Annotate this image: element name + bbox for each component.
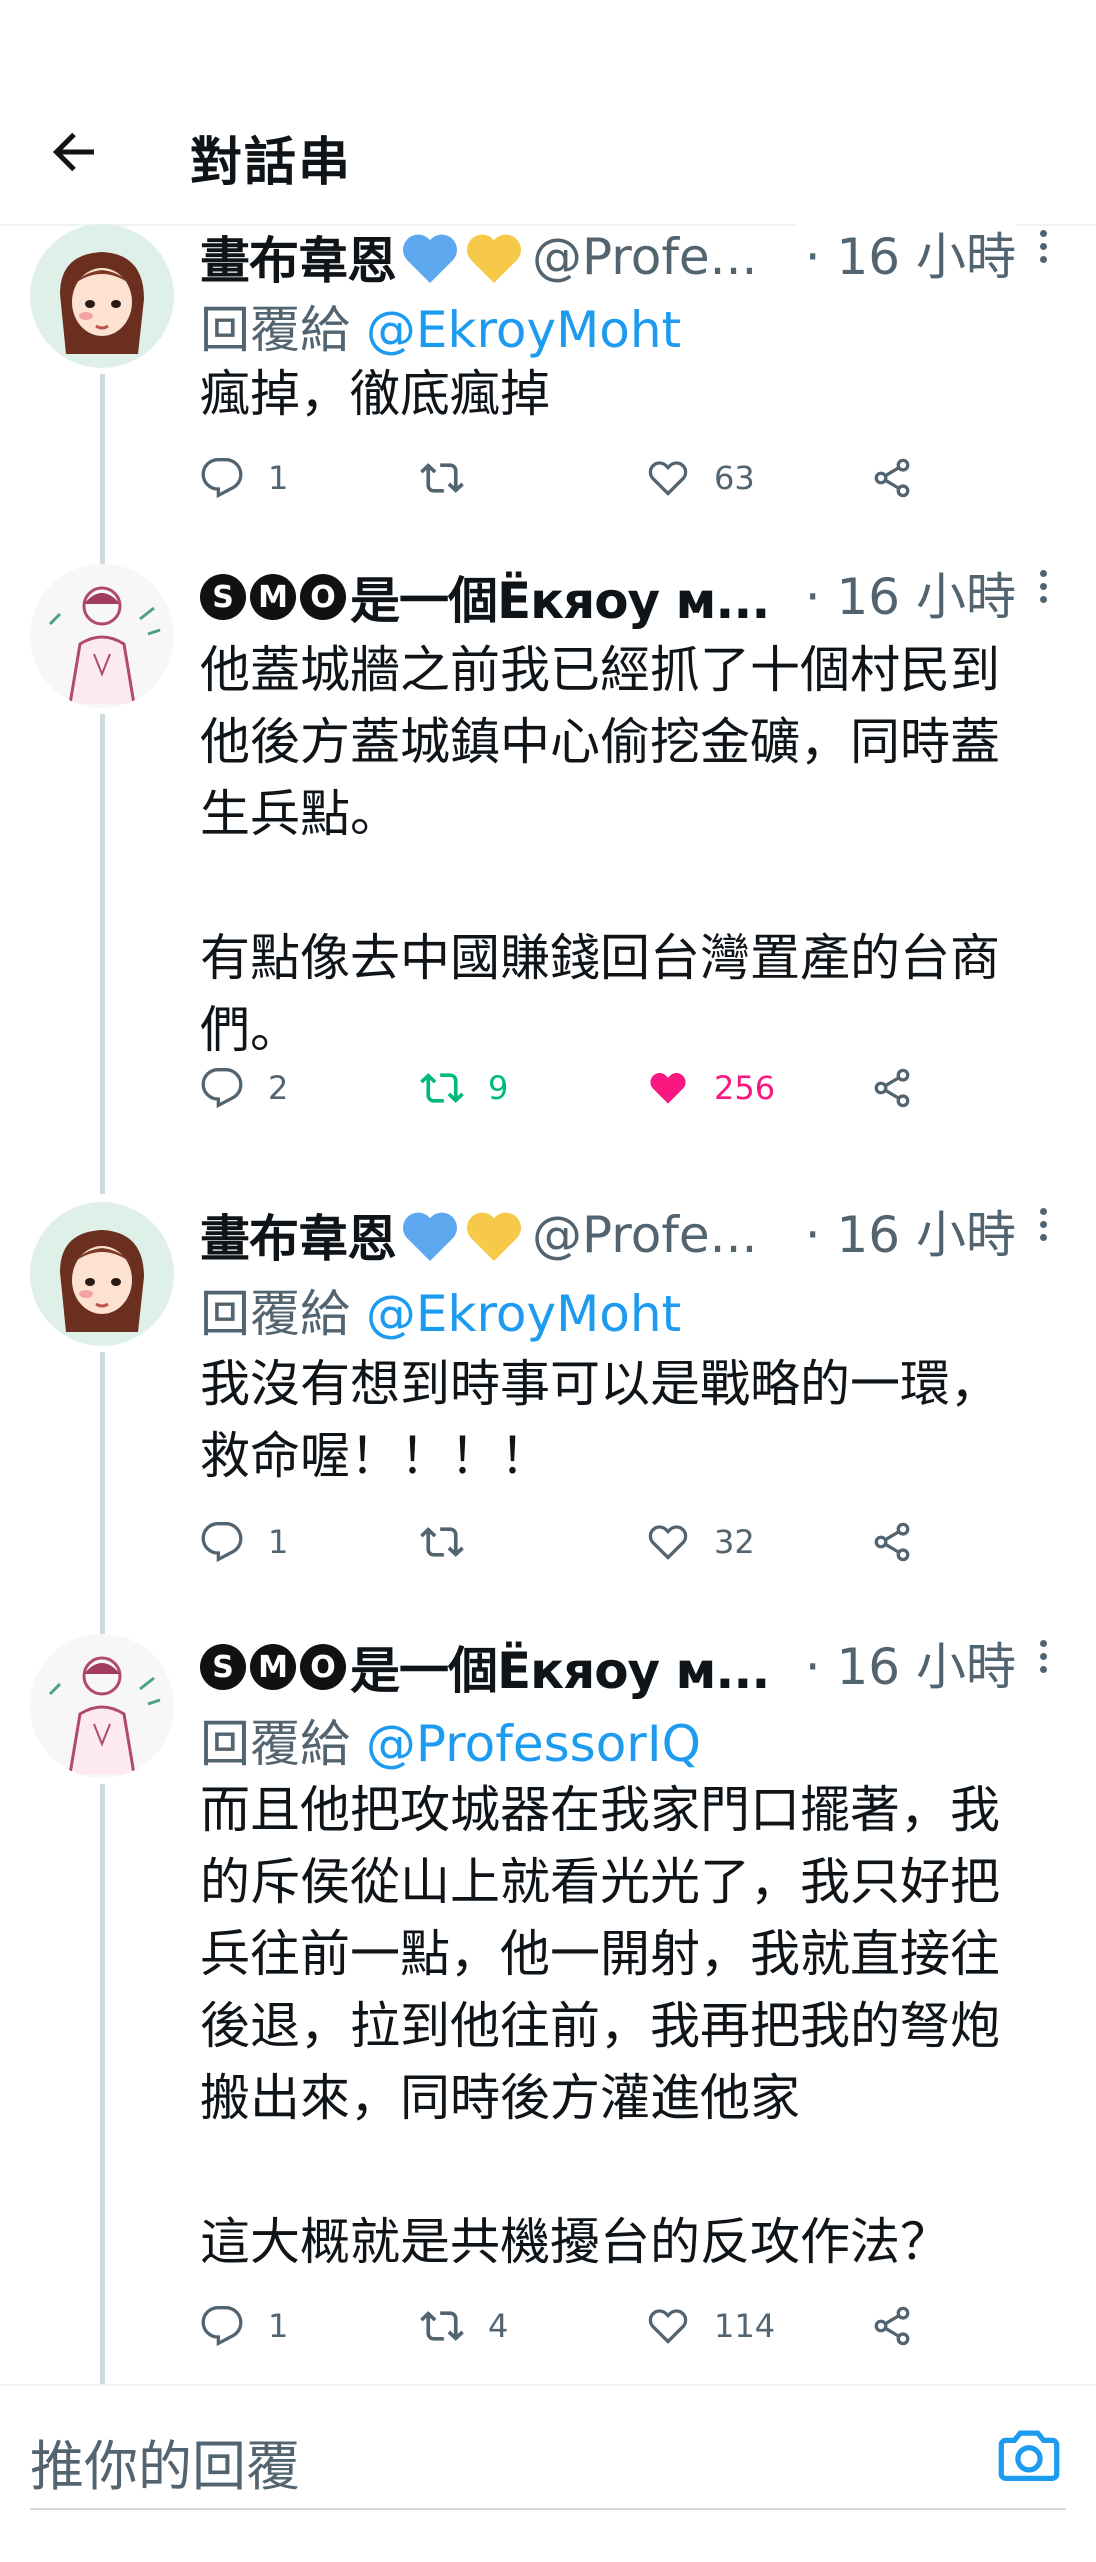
mention-link[interactable]: @EkroyMoht: [366, 1285, 681, 1343]
yellow-heart-icon: [467, 234, 521, 283]
display-name[interactable]: 畫布韋恩: [200, 1199, 397, 1271]
badge-m: M: [250, 1644, 296, 1690]
tweet-text: 他蓋城牆之前我已經抓了十個村民到 他後方蓋城鎮中心偷挖金礦，同時蓋 生兵點。 有…: [200, 641, 1000, 1059]
tweet-actions: 1 32: [200, 1520, 960, 1580]
thread-line: [100, 1352, 105, 1642]
retweet-count: 9: [488, 1069, 509, 1107]
more-icon[interactable]: [1036, 1208, 1050, 1247]
reply-icon: [201, 1522, 243, 1563]
display-name[interactable]: 是一個Ёкяоу м...: [350, 1631, 770, 1703]
like-icon: [648, 2309, 688, 2344]
like-icon: [650, 1073, 686, 1104]
more-icon[interactable]: [1036, 1640, 1050, 1679]
reply-to: 回覆給 @ProfessorIQ: [200, 1715, 701, 1773]
retweet-button[interactable]: 9: [420, 1066, 508, 1110]
share-icon: [874, 458, 910, 498]
mention-link[interactable]: @ProfessorIQ: [366, 1715, 701, 1773]
yellow-heart-icon: [467, 1212, 521, 1261]
badge-o: O: [300, 1644, 346, 1690]
reply-count: 1: [268, 459, 289, 497]
reply-icon: [201, 2306, 243, 2347]
avatar[interactable]: [30, 1634, 174, 1778]
page-title: 對話串: [190, 133, 353, 193]
retweet-icon: [420, 2311, 464, 2341]
tweet-actions: 2 9 256: [200, 1066, 960, 1126]
badge-s: S: [200, 574, 246, 620]
reply-count: 1: [268, 1523, 289, 1561]
reply-button[interactable]: 1: [200, 2304, 288, 2348]
retweet-icon: [420, 1527, 464, 1557]
share-button[interactable]: [870, 2304, 938, 2348]
badge-s: S: [200, 1644, 246, 1690]
thread-line: [100, 374, 105, 574]
like-count: 256: [714, 1069, 776, 1107]
like-icon: [648, 461, 688, 496]
handle[interactable]: @Profe...: [532, 1206, 757, 1264]
share-button[interactable]: [870, 1066, 938, 1110]
retweet-button[interactable]: [420, 456, 488, 500]
badge-o: O: [300, 574, 346, 620]
timestamp[interactable]: · 16 小時: [794, 564, 1016, 630]
tweet-text: 我沒有想到時事可以是戰略的一環， 救命喔！！！！: [200, 1355, 1000, 1485]
share-icon: [874, 1068, 910, 1108]
tweet[interactable]: 畫布韋恩 @Profe... · 16 小時 回覆給 @EkroyMoht 我沒…: [0, 1199, 1096, 1642]
retweet-button[interactable]: 4: [420, 2304, 508, 2348]
input-underline: [30, 2508, 1066, 2510]
avatar[interactable]: [30, 564, 174, 708]
retweet-button[interactable]: [420, 1520, 488, 1564]
badge-m: M: [250, 574, 296, 620]
camera-icon[interactable]: [994, 2420, 1064, 2490]
more-icon[interactable]: [1036, 570, 1050, 609]
reply-icon: [201, 1068, 243, 1109]
blue-heart-icon: [403, 1212, 457, 1261]
handle[interactable]: @Profe...: [532, 228, 757, 286]
display-name[interactable]: 畫布韋恩: [200, 221, 397, 293]
top-bar: 對話串: [0, 0, 1096, 226]
mention-link[interactable]: @EkroyMoht: [366, 301, 681, 359]
share-icon: [874, 2306, 910, 2346]
like-button[interactable]: 63: [646, 456, 755, 500]
more-icon[interactable]: [1036, 230, 1050, 269]
reply-to: 回覆給 @EkroyMoht: [200, 301, 682, 359]
tweet[interactable]: 畫布韋恩 @Profe... · 16 小時 回覆給 @EkroyMoht 瘋掉…: [0, 221, 1096, 574]
thread-line: [100, 714, 105, 1194]
like-count: 114: [714, 2307, 776, 2345]
avatar[interactable]: [30, 1202, 174, 1346]
back-arrow-icon[interactable]: [44, 122, 104, 182]
reply-button[interactable]: 2: [200, 1066, 288, 1110]
tweet-actions: 1 63: [200, 456, 960, 516]
retweet-icon: [420, 1073, 464, 1103]
like-count: 32: [714, 1523, 755, 1561]
retweet-count: 4: [488, 2307, 509, 2345]
like-button[interactable]: 256: [646, 1066, 775, 1110]
like-count: 63: [714, 459, 755, 497]
blue-heart-icon: [403, 234, 457, 283]
timestamp[interactable]: · 16 小時: [794, 224, 1016, 290]
timestamp[interactable]: · 16 小時: [794, 1634, 1016, 1700]
tweet[interactable]: S M O 是一個Ёкяоу м... · 16 小時 他蓋城牆之前我已經抓了十…: [0, 561, 1096, 1194]
like-button[interactable]: 32: [646, 1520, 755, 1564]
like-button[interactable]: 114: [646, 2304, 775, 2348]
tweet-text: 而且他把攻城器在我家門口擺著，我 的斥侯從山上就看光光了，我只好把 兵往前一點，…: [200, 1781, 1000, 2271]
tweet-text: 瘋掉，徹底瘋掉: [200, 365, 550, 423]
reply-count: 1: [268, 2307, 289, 2345]
reply-button[interactable]: 1: [200, 456, 288, 500]
like-icon: [648, 1525, 688, 1560]
share-button[interactable]: [870, 456, 938, 500]
reply-composer: 推你的回覆: [0, 2384, 1096, 2562]
thread-line: [100, 1784, 105, 2384]
avatar[interactable]: [30, 224, 174, 368]
reply-input[interactable]: 推你的回覆: [30, 2422, 300, 2501]
retweet-icon: [420, 463, 464, 493]
reply-icon: [201, 458, 243, 499]
reply-count: 2: [268, 1069, 289, 1107]
share-icon: [874, 1522, 910, 1562]
tweet[interactable]: S M O 是一個Ёкяоу м... · 16 小時 回覆給 @Profess…: [0, 1631, 1096, 2384]
reply-to: 回覆給 @EkroyMoht: [200, 1285, 682, 1343]
display-name[interactable]: 是一個Ёкяоу м...: [350, 561, 770, 633]
timestamp[interactable]: · 16 小時: [794, 1202, 1016, 1268]
share-button[interactable]: [870, 1520, 938, 1564]
tweet-actions: 1 4 114: [200, 2304, 960, 2364]
reply-button[interactable]: 1: [200, 1520, 288, 1564]
